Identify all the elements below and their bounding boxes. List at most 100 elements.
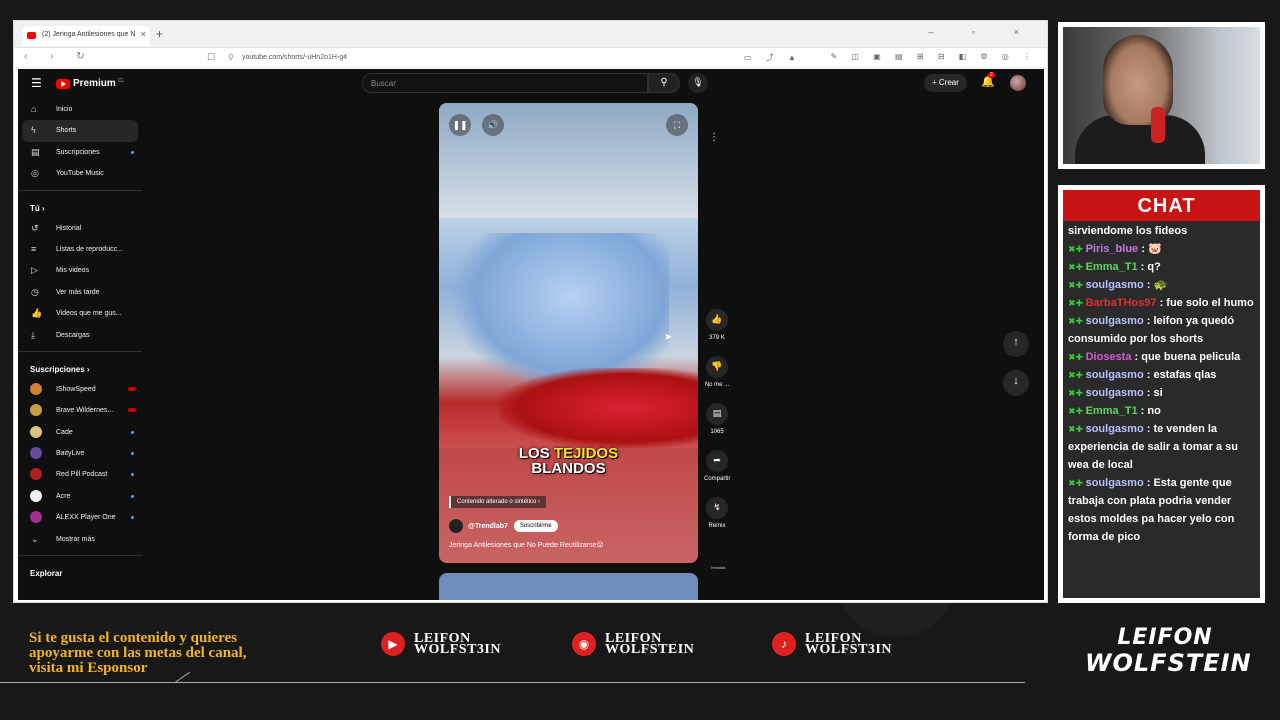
browser-tab[interactable]: (2) Jeringa Antilesiones que N × <box>22 26 150 46</box>
chat-badge-icon: ✖✚ <box>1068 244 1086 255</box>
site-info-icon[interactable]: ⚲ <box>228 53 234 62</box>
sidebar-item-label: Inicio <box>56 106 73 113</box>
avatar[interactable] <box>1010 75 1026 91</box>
channel-label: ALEXX Player One <box>56 514 116 522</box>
volume-button[interactable]: 🔊 <box>482 114 504 136</box>
chat-username[interactable]: soulgasmo <box>1086 369 1144 381</box>
show-more-button[interactable]: ⌄ Mostrar más <box>18 529 142 550</box>
sidebar-channel-acre[interactable]: Acre <box>18 486 142 507</box>
next-short-button[interactable]: ↓ <box>1003 370 1029 396</box>
sidebar-item-liked[interactable]: 👍 Videos que me gus... <box>18 303 142 324</box>
sidebar-item-suscripciones[interactable]: ▤ Suscripciones <box>18 142 142 163</box>
sidebar-item-ver-mas-tarde[interactable]: ◷ Ver más tarde <box>18 282 142 303</box>
like-button[interactable]: 👍 379 K <box>704 309 730 341</box>
toolbar-icons[interactable]: ✎ ◫ ▣ ▤ ⊞ ⊟ ◧ ⚙ ◎ ⋮ <box>831 52 1038 61</box>
new-tab-icon[interactable]: + <box>156 27 163 41</box>
chat-username[interactable]: Piris_blue <box>1086 243 1139 255</box>
chat-text: : si <box>1143 387 1163 400</box>
search-button[interactable]: ⚲ <box>648 73 680 93</box>
sidebar-item-historial[interactable]: ↺ Historial <box>18 218 142 239</box>
fullscreen-button[interactable]: ⛶ <box>666 114 688 136</box>
share-icon: ➦ <box>706 450 728 472</box>
sidebar-channel-ishowspeed[interactable]: IShowSpeed <box>18 379 142 400</box>
chat-username[interactable]: Emma_T1 <box>1086 261 1138 273</box>
window-controls[interactable]: – ▫ × <box>929 27 1037 37</box>
remix-label: Remix <box>708 523 726 529</box>
sidebar-channel-cade[interactable]: Cade <box>18 422 142 443</box>
address-bar: ‹ › ↻ ☐ ⚲ youtube.com/shorts/-uHn2o1H-g4… <box>14 48 1047 68</box>
create-button[interactable]: + Crear <box>924 74 967 92</box>
liked-icon: 👍 <box>31 308 43 319</box>
chat-panel: CHAT ✖✚ UsopolarBoliviano : yo sirviendo… <box>1058 185 1265 603</box>
video-caption: LOS TEJIDOS BLANDOS <box>439 446 698 476</box>
comments-button[interactable]: ▤ 1065 <box>704 403 730 435</box>
sidebar-item-music[interactable]: ◎ YouTube Music <box>18 163 142 184</box>
voice-search-button[interactable]: 🎙 <box>688 73 708 93</box>
next-short-preview[interactable] <box>439 573 698 600</box>
chat-badge-icon: ✖✚ <box>1068 352 1086 363</box>
channel-avatar <box>30 511 42 524</box>
sidebar-item-inicio[interactable]: ⌂ Inicio <box>18 99 142 120</box>
chat-text: : no <box>1137 405 1161 418</box>
sidebar-item-listas[interactable]: ≡ Listas de reproducc... <box>18 239 142 260</box>
back-forward-reload-icons[interactable]: ‹ › ↻ <box>24 51 95 62</box>
social-name-line2: WOLFSTEIN <box>605 642 695 657</box>
like-count: 379 K <box>709 335 725 341</box>
bookmark-icon[interactable]: ☐ <box>207 52 215 63</box>
explore-heading-label: Explorar <box>30 569 63 579</box>
sidebar-channel-alexx[interactable]: ALEXX Player One <box>18 507 142 528</box>
youtube-icon: ▶ <box>381 632 405 656</box>
subscriptions-icon: ▤ <box>31 146 40 157</box>
chat-username[interactable]: soulgasmo <box>1086 387 1144 399</box>
share-button[interactable]: ➦ Compartir <box>704 450 730 482</box>
more-options-icon[interactable]: ⋮ <box>709 132 719 143</box>
sponsor-text: Si te gusta el contenido y quieres apoya… <box>29 631 246 676</box>
brand-logo: LEIFON WOLFSTEIN <box>1085 626 1251 677</box>
close-tab-icon[interactable]: × <box>141 29 146 39</box>
dislike-label: No me ... <box>704 382 730 388</box>
sound-channel-mark[interactable]: Trendlab <box>710 565 728 575</box>
sidebar-channel-baitylive[interactable]: BaityLive <box>18 443 142 464</box>
new-content-dot <box>131 473 134 477</box>
chat-username[interactable]: BarbaTHos97 <box>1086 297 1157 309</box>
subscribe-button[interactable]: Suscribirme <box>513 520 558 532</box>
short-title[interactable]: Jeringa Antilesiones que No Puede Reutil… <box>449 541 604 549</box>
chat-text: : q? <box>1137 261 1161 274</box>
sidebar-item-mis-videos[interactable]: ▷ Mis videos <box>18 260 142 281</box>
chat-username[interactable]: soulgasmo <box>1086 279 1144 291</box>
sidebar-channel-brave[interactable]: Brave Wildernes... <box>18 400 142 421</box>
chat-username[interactable]: soulgasmo <box>1086 423 1144 435</box>
sidebar-item-shorts[interactable]: ϟ Shorts <box>22 120 138 142</box>
sidebar-channel-redpill[interactable]: Red Pill Podcast <box>18 464 142 485</box>
sidebar-item-descargas[interactable]: ⤓ Descargas <box>18 325 142 346</box>
dislike-button[interactable]: 👎 No me ... <box>704 356 730 388</box>
subscriptions-heading[interactable]: Suscripciones › <box>18 357 142 379</box>
sponsor-line-1: Si te gusta el contenido y quieres <box>29 630 238 646</box>
chat-badge-icon: ✖✚ <box>1068 280 1086 291</box>
chat-username[interactable]: Emma_T1 <box>1086 405 1138 417</box>
chat-username[interactable]: Diosesta <box>1086 351 1132 363</box>
url-field[interactable]: youtube.com/shorts/-uHn2o1H-g4 <box>242 54 347 61</box>
chat-badge-icon: ✖✚ <box>1068 316 1086 327</box>
pause-button[interactable]: ❚❚ <box>449 114 471 136</box>
you-heading[interactable]: Tú › <box>18 196 142 218</box>
youtube-logo[interactable]: Premium CL <box>56 78 124 89</box>
search-input[interactable]: Buscar <box>362 73 648 93</box>
short-video-player[interactable]: ❚❚ 🔊 ⛶ LOS TEJIDOS BLANDOS Contenido alt… <box>439 103 698 563</box>
youtube-favicon-icon <box>27 32 36 39</box>
share-label: Compartir <box>704 476 731 482</box>
explore-heading: Explorar <box>18 561 142 583</box>
previous-short-button[interactable]: ↑ <box>1003 331 1029 357</box>
extension-icons[interactable]: ▭ ⤴ ▲ <box>744 52 802 63</box>
divider <box>18 555 142 557</box>
remix-button[interactable]: ↯ Remix <box>704 497 730 529</box>
channel-avatar[interactable] <box>449 519 463 533</box>
chat-username[interactable]: soulgasmo <box>1086 477 1144 489</box>
channel-avatar <box>30 468 42 481</box>
altered-content-label[interactable]: Contenido alterado o sintético › <box>449 496 547 508</box>
chat-username[interactable]: soulgasmo <box>1086 315 1144 327</box>
channel-name[interactable]: @Trendlab7 <box>468 523 508 530</box>
menu-icon[interactable]: ☰ <box>31 76 42 90</box>
chat-badge-icon: ✖✚ <box>1068 298 1086 309</box>
tab-title: (2) Jeringa Antilesiones que N <box>42 31 136 38</box>
